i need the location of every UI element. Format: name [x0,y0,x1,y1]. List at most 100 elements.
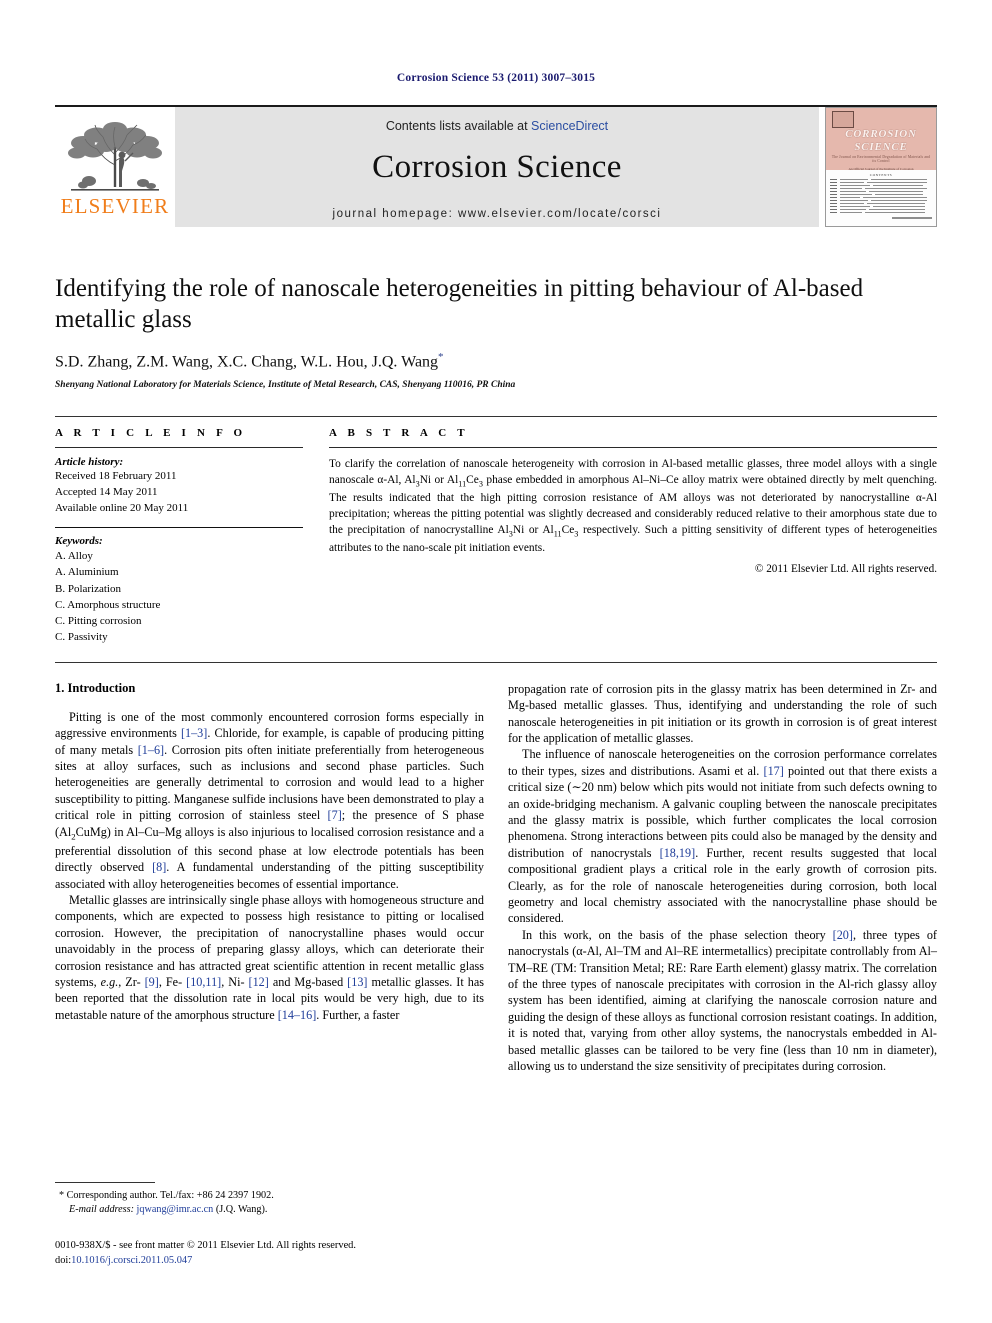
paragraph: In this work, on the basis of the phase … [508,927,937,1075]
text-run: . Further, a faster [316,1007,400,1022]
divider [55,447,303,449]
journal-title: Corrosion Science [372,149,622,185]
cover-header: CORROSION SCIENCE The Journal on Environ… [826,108,936,171]
citation-link[interactable]: [18,19] [660,846,696,860]
cover-line [871,179,927,181]
cover-line [840,202,864,205]
citation-link[interactable]: [10,11] [186,975,221,989]
body-column-right: propagation rate of corrosion pits in th… [508,681,937,1075]
body-columns: 1. Introduction Pitting is one of the mo… [55,681,937,1075]
abstract-subscript: 11 [553,529,562,539]
cover-line-num [830,202,837,205]
cover-line-num [830,196,837,199]
journal-article-page: Corrosion Science 53 (2011) 3007–3015 EL… [0,0,992,1323]
citation-link[interactable]: [1–6] [138,743,164,757]
cover-subtitle: The Journal on Environmental Degradation… [831,155,931,163]
cover-line [840,199,868,202]
cover-line-num [830,208,837,211]
section-title-introduction: 1. Introduction [55,680,136,695]
keyword-item: C. Pitting corrosion [55,615,142,628]
issn-copyright-line: 0010-938X/$ - see front matter © 2011 El… [55,1240,356,1251]
journal-homepage[interactable]: journal homepage: www.elsevier.com/locat… [333,208,662,220]
article-history-item: Received 18 February 2011 [55,470,177,483]
cover-line [873,205,925,208]
cover-subtitle-2: An Official Journal of the Institute of … [848,167,914,171]
paragraph: Metallic glasses are intrinsically singl… [55,892,484,1023]
cover-line [840,205,870,208]
text-run: , Ni- [221,975,249,990]
email-suffix: (J.Q. Wang). [215,1204,268,1216]
cover-contents-lines [830,179,932,214]
email-note: E-mail address: jqwang@imr.ac.cn (J.Q. W… [55,1203,484,1217]
journal-masthead: ELSEVIER Contents lists available at Sci… [55,105,937,227]
citation-link[interactable]: [17] [764,764,784,778]
contents-available-line: Contents lists available at ScienceDirec… [386,119,608,133]
keyword-item: C. Amorphous structure [55,598,161,611]
divider [55,527,303,529]
copyright-notice: © 2011 Elsevier Ltd. All rights reserved… [754,563,937,576]
citation-link[interactable]: [13] [347,975,367,989]
body-column-left: 1. Introduction Pitting is one of the mo… [55,681,484,1075]
running-head: Corrosion Science 53 (2011) 3007–3015 [396,72,596,84]
abstract-part: Ni or Al [512,524,554,537]
cover-line-num [830,187,837,190]
cover-emblem-icon [832,111,854,128]
citation-link[interactable]: [7] [328,808,342,822]
keyword-item: A. Alloy [55,550,93,563]
doi-label: doi: [55,1255,72,1267]
elsevier-tree-icon [68,122,162,191]
journal-cover-thumbnail[interactable]: CORROSION SCIENCE The Journal on Environ… [825,107,937,227]
cover-line [875,193,923,196]
cover-line-num [830,211,837,214]
cover-footer [830,217,932,219]
abstract-heading: A B S T R A C T [329,427,469,440]
abstract-subscript: 11 [458,479,467,489]
cover-line [840,181,864,184]
cover-line-num [830,179,837,181]
title-block: Identifying the role of nanoscale hetero… [55,273,937,390]
text-run: and Mg-based [268,975,348,990]
text-run: In this work, on the basis of the phase … [522,927,833,942]
journal-band: Contents lists available at ScienceDirec… [175,107,819,227]
article-history-label: Article history: [55,456,124,469]
keyword-item: A. Aluminium [55,566,119,579]
sciencedirect-link[interactable]: ScienceDirect [531,119,608,133]
citation-link[interactable]: [1–3] [181,726,207,740]
citation-link[interactable]: [12] [249,975,269,989]
paragraph: Pitting is one of the most commonly enco… [55,709,484,892]
cover-line [840,190,866,193]
abstract-column: A B S T R A C T To clarify the correlati… [329,427,937,645]
cover-line [840,208,866,211]
footnote-area: * Corresponding author. Tel./fax: +86 24… [55,1182,484,1218]
cover-line [840,179,868,181]
email-link[interactable]: jqwang@imr.ac.cn [137,1204,214,1215]
cover-line [869,190,923,193]
doi-line: doi:10.1016/j.corsci.2011.05.047 [55,1253,515,1268]
cover-line [871,199,927,202]
text-run: propagation rate of corrosion pits in th… [508,681,937,745]
citation-link[interactable]: [9] [145,975,159,989]
text-run: , three types of nanocrystals (α-Al, Al–… [508,927,937,1074]
cover-line [867,202,925,205]
abstract-part: Ce [466,474,479,487]
article-info-column: A R T I C L E I N F O Article history: R… [55,427,303,645]
email-label: E-mail address: [69,1204,134,1216]
cover-line [873,184,923,187]
citation-link[interactable]: [20] [833,928,853,942]
doi-link[interactable]: 10.1016/j.corsci.2011.05.047 [71,1255,192,1266]
citation-link[interactable]: [14–16] [278,1008,317,1022]
cover-line [867,181,927,184]
cover-line-num [830,184,837,187]
corresponding-author-note: * Corresponding author. Tel./fax: +86 24… [55,1189,484,1203]
cover-line [865,187,927,190]
cover-contents-label: CONTENTS [869,173,893,177]
article-history-item: Accepted 14 May 2011 [55,485,158,498]
corresponding-author-marker[interactable]: * [438,351,444,363]
paragraph: The influence of nanoscale heterogeneiti… [508,746,937,926]
citation-link[interactable]: [8] [152,860,166,874]
cover-line [840,193,872,196]
affiliation: Shenyang National Laboratory for Materia… [55,380,516,391]
cover-line [840,196,860,199]
cover-line [840,184,870,187]
abstract-part: Ce [561,524,575,537]
